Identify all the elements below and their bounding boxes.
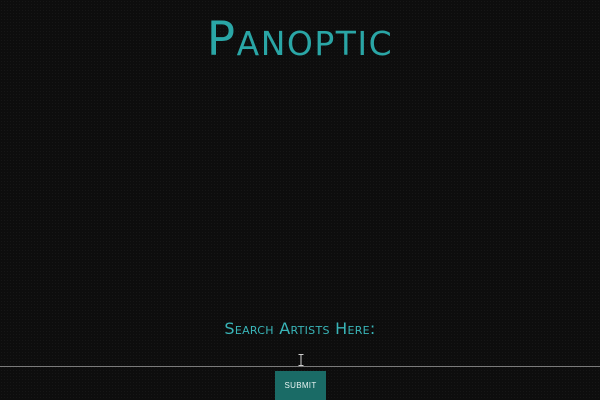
app-title: Panoptic: [206, 12, 394, 67]
search-label: Search Artists Here:: [224, 319, 376, 338]
page: Panoptic Search Artists Here: SUBMIT: [0, 0, 600, 400]
submit-button[interactable]: SUBMIT: [275, 371, 326, 400]
artist-search-input[interactable]: [0, 352, 600, 367]
